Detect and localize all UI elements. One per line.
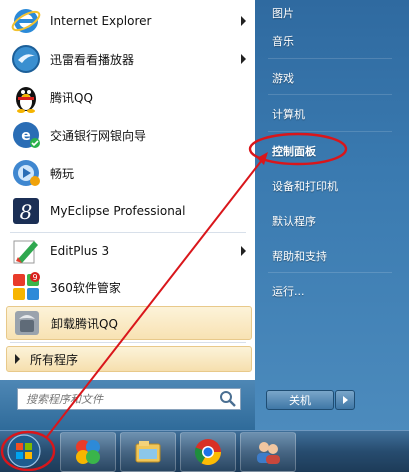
app-pinwheel-icon [76, 440, 100, 464]
shutdown-button[interactable]: 关机 [266, 390, 334, 410]
360-icon: 9 [13, 272, 40, 300]
places-item-help-support[interactable]: 帮助和支持 [268, 243, 392, 269]
program-item-editplus[interactable]: EditPlus 3 [6, 234, 252, 268]
submenu-arrow-icon[interactable] [241, 54, 246, 64]
program-label: EditPlus 3 [50, 244, 110, 258]
places-item-music[interactable]: 音乐 [268, 28, 392, 54]
taskbar-users[interactable] [240, 432, 296, 472]
search-box[interactable] [17, 388, 241, 410]
svg-text:8: 8 [20, 200, 33, 224]
program-label: 交通银行网银向导 [50, 128, 147, 143]
search-input[interactable] [18, 391, 219, 407]
svg-text:9: 9 [32, 273, 37, 282]
places-separator [268, 94, 392, 95]
program-item-xunlei-player[interactable]: 迅雷看看播放器 [6, 42, 252, 76]
places-item-run[interactable]: 运行... [268, 278, 392, 304]
submenu-arrow-icon[interactable] [241, 246, 246, 256]
qq-penguin-icon [16, 87, 36, 113]
places-item-pictures[interactable]: 图片 [268, 0, 392, 26]
places-label: 帮助和支持 [272, 250, 327, 263]
places-item-computer[interactable]: 计算机 [268, 101, 392, 127]
places-separator [268, 131, 392, 132]
places-label: 运行... [272, 285, 305, 298]
places-label: 图片 [272, 7, 294, 20]
ie-icon [11, 9, 41, 33]
menu-separator [10, 342, 246, 343]
explorer-icon [135, 441, 161, 463]
uninstall-icon [15, 311, 39, 335]
places-label: 计算机 [272, 108, 305, 121]
program-label: 畅玩 [50, 166, 75, 181]
program-item-360-manager[interactable]: 9 360软件管家 [6, 270, 252, 304]
all-programs-button[interactable]: 所有程序 [6, 346, 252, 372]
game-icon [13, 160, 40, 186]
taskbar-explorer[interactable] [120, 432, 176, 472]
program-item-internet-explorer[interactable]: Internet Explorer [6, 4, 252, 38]
myeclipse-icon: 8 [13, 198, 39, 224]
program-item-myeclipse[interactable]: 8 MyEclipse Professional [6, 194, 252, 228]
program-item-changwan[interactable]: 畅玩 [6, 156, 252, 190]
program-label: 360软件管家 [50, 280, 121, 295]
start-menu-programs-panel: Internet Explorer 迅雷看看播放器 腾讯QQ e 交通银行网银向… [0, 0, 256, 380]
chrome-icon [194, 439, 222, 466]
editplus-icon [13, 240, 38, 264]
places-label: 控制面板 [272, 145, 316, 158]
program-label: Internet Explorer [50, 14, 152, 28]
shutdown-options-button[interactable] [335, 390, 355, 410]
places-item-devices-printers[interactable]: 设备和打印机 [268, 173, 392, 199]
media-player-icon [12, 45, 40, 73]
program-item-uninstall-qq[interactable]: 卸载腾讯QQ [6, 306, 252, 340]
program-label: MyEclipse Professional [50, 204, 186, 218]
start-orb-icon[interactable] [6, 433, 42, 469]
search-icon[interactable] [219, 390, 237, 408]
program-item-tencent-qq[interactable]: 腾讯QQ [6, 80, 252, 114]
menu-separator [10, 232, 246, 233]
chevron-right-icon [342, 396, 348, 404]
places-label: 音乐 [272, 35, 294, 48]
taskbar-app-pinwheel[interactable] [60, 432, 116, 472]
places-item-default-programs[interactable]: 默认程序 [268, 208, 392, 234]
program-label: 卸载腾讯QQ [51, 316, 118, 331]
places-label: 设备和打印机 [272, 180, 338, 193]
svg-text:e: e [21, 128, 31, 144]
program-label: 迅雷看看播放器 [50, 52, 135, 67]
places-item-control-panel[interactable]: 控制面板 [268, 138, 392, 164]
shutdown-label: 关机 [289, 394, 311, 407]
taskbar-chrome[interactable] [180, 432, 236, 472]
users-icon [257, 442, 280, 464]
places-separator [268, 272, 392, 273]
program-item-bank-guide[interactable]: e 交通银行网银向导 [6, 118, 252, 152]
places-label: 游戏 [272, 72, 294, 85]
places-separator [268, 58, 392, 59]
places-label: 默认程序 [272, 215, 316, 228]
expand-arrow-icon [15, 354, 20, 364]
program-label: 腾讯QQ [50, 90, 93, 105]
submenu-arrow-icon[interactable] [241, 16, 246, 26]
places-item-games[interactable]: 游戏 [268, 65, 392, 91]
all-programs-label: 所有程序 [30, 352, 79, 367]
bank-icon: e [13, 122, 40, 148]
